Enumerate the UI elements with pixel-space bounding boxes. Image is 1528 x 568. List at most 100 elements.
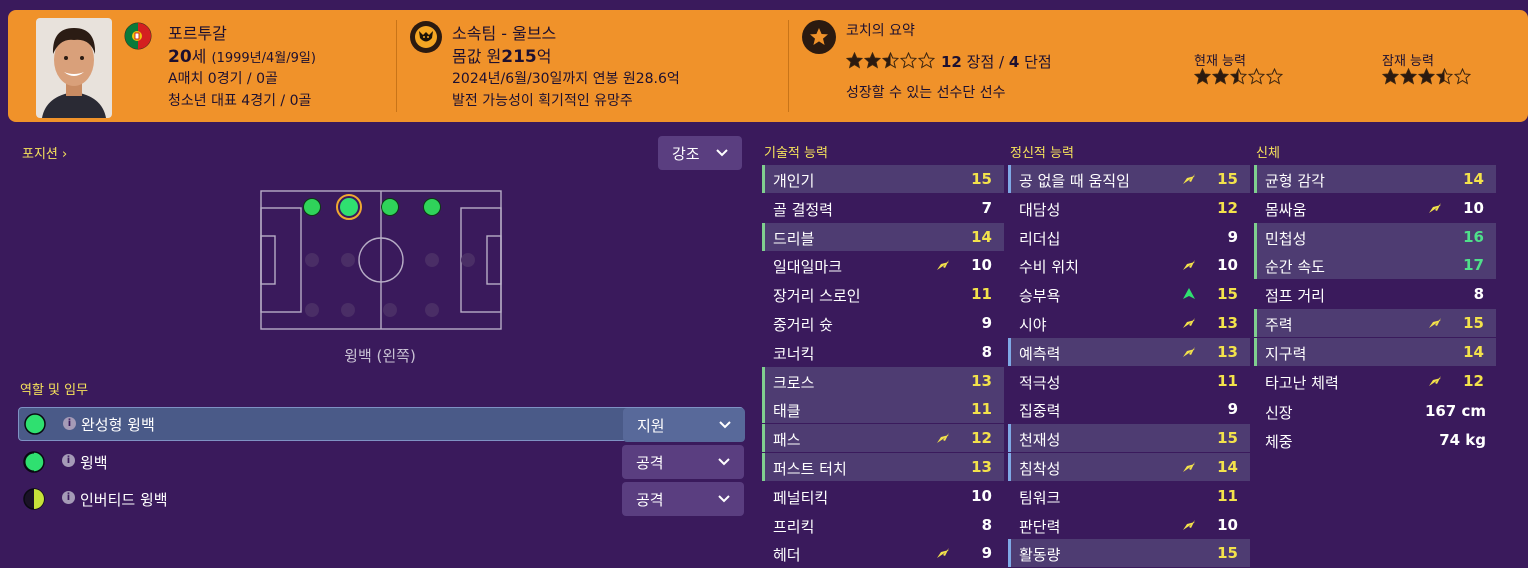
attribute-row[interactable]: 예측력 13 (1008, 337, 1250, 366)
attribute-name: 순간 속도 (1265, 258, 1325, 277)
attribute-name: 주력 (1265, 316, 1293, 334)
coach-summary-stars (846, 52, 935, 69)
role-row-inverted-wingback[interactable]: i 인버티드 윙백 공격 (18, 482, 744, 516)
attribute-name: 팀워크 (1019, 488, 1061, 507)
attribute-row[interactable]: 타고난 체력 12 (1254, 367, 1496, 395)
trend-up-icon (1183, 346, 1195, 357)
attribute-row[interactable]: 프리킥 8 (762, 511, 1004, 539)
attribute-row[interactable]: 퍼스트 터치 13 (762, 453, 1004, 481)
attribute-name: 일대일마크 (773, 258, 843, 277)
info-icon[interactable]: i (62, 454, 75, 467)
duty-dropdown[interactable]: 공격 (622, 482, 744, 516)
attribute-value: 15 (1217, 429, 1238, 448)
attribute-name: 프리킥 (773, 517, 815, 536)
attribute-row[interactable]: 장거리 스로인 11 (762, 280, 1004, 308)
attribute-row[interactable]: 골 결정력 7 (762, 194, 1004, 222)
trend-up-icon (1429, 202, 1441, 213)
strengths-weaknesses[interactable]: 12 장점 / 4 단점 (941, 51, 1052, 72)
star-icon (1248, 68, 1265, 85)
attribute-value: 7 (981, 198, 992, 217)
attribute-row[interactable]: 민첩성 16 (1254, 222, 1496, 251)
attribute-row[interactable]: 천재성 15 (1008, 424, 1250, 453)
attribute-value: 10 (971, 486, 992, 505)
attribute-row[interactable]: 몸싸움 10 (1254, 194, 1496, 222)
attribute-value: 11 (971, 400, 992, 419)
attribute-value: 11 (1217, 371, 1238, 390)
player-header: 포르투갈 20세 (1999년/4월/9일) A매치 0경기 / 0골 청소년 … (8, 10, 1528, 122)
emphasis-dropdown[interactable]: 강조 (658, 136, 742, 170)
position-pitch[interactable] (260, 190, 502, 330)
attribute-name: 타고난 체력 (1265, 373, 1339, 392)
star-icon (882, 52, 899, 69)
attribute-value: 10 (1217, 256, 1238, 275)
trend-up-icon (937, 548, 949, 559)
club-link[interactable]: 소속팀 - 울브스 (452, 20, 556, 44)
attribute-row[interactable]: 수비 위치 10 (1008, 251, 1250, 279)
attribute-name: 수비 위치 (1019, 258, 1079, 277)
attribute-name: 대담성 (1019, 200, 1061, 219)
attribute-row[interactable]: 개인기 15 (762, 165, 1004, 193)
attribute-name: 개인기 (773, 172, 815, 190)
attribute-name: 예측력 (1019, 344, 1061, 363)
attribute-row[interactable]: 주력 15 (1254, 309, 1496, 337)
trend-up-icon (1183, 318, 1195, 328)
star-icon (900, 52, 917, 69)
star-icon (1454, 68, 1471, 85)
attribute-row[interactable]: 대담성 12 (1008, 194, 1250, 222)
attribute-row[interactable]: 점프 거리 8 (1254, 280, 1496, 308)
attribute-row[interactable]: 팀워크 11 (1008, 482, 1250, 510)
attribute-name: 페널티킥 (773, 488, 829, 507)
attribute-row[interactable]: 헤더 9 (762, 539, 1004, 567)
technical-title: 기술적 능력 (764, 146, 828, 161)
info-icon[interactable]: i (62, 491, 75, 504)
role-row-wingback[interactable]: i 윙백 공격 (18, 445, 744, 479)
pitch-position-label: 윙백 (왼쪽) (344, 347, 416, 365)
role-row-complete-wingback[interactable]: i 완성형 윙백 지원 (18, 407, 745, 442)
attribute-value: 12 (971, 429, 992, 448)
star-icon (1400, 68, 1417, 85)
star-icon (1418, 68, 1435, 85)
attribute-name: 시야 (1019, 316, 1047, 334)
star-icon (1212, 68, 1229, 85)
trend-up-icon (1183, 519, 1195, 530)
attribute-value: 14 (971, 227, 992, 246)
attribute-row[interactable]: 집중력 9 (1008, 395, 1250, 423)
divider (788, 20, 789, 112)
attribute-row[interactable]: 공 없을 때 움직임 15 (1008, 165, 1250, 193)
attribute-value: 10 (971, 256, 992, 275)
attribute-row[interactable]: 시야 13 (1008, 309, 1250, 337)
attribute-row[interactable]: 판단력 10 (1008, 511, 1250, 539)
attribute-row[interactable]: 승부욕 15 (1008, 280, 1250, 308)
attribute-row[interactable]: 리더십 9 (1008, 223, 1250, 251)
nationality: 포르투갈 (168, 24, 227, 43)
attribute-row[interactable]: 적극성 11 (1008, 367, 1250, 395)
attribute-row[interactable]: 크로스 13 (762, 366, 1004, 395)
attribute-row[interactable]: 침착성 14 (1008, 453, 1250, 481)
coach-note: 성장할 수 있는 선수단 선수 (846, 85, 1006, 101)
attribute-row[interactable]: 패스 12 (762, 424, 1004, 453)
attribute-row[interactable]: 순간 속도 17 (1254, 251, 1496, 280)
attribute-value: 13 (971, 371, 992, 390)
attribute-row[interactable]: 활동량 15 (1008, 539, 1250, 568)
star-icon (1266, 68, 1283, 85)
attribute-row[interactable]: 일대일마크 10 (762, 251, 1004, 279)
attribute-row[interactable]: 드리블 14 (762, 222, 1004, 251)
info-icon[interactable]: i (63, 417, 76, 430)
attribute-row[interactable]: 균형 감각 14 (1254, 165, 1496, 193)
attribute-row[interactable]: 중거리 슛 9 (762, 309, 1004, 337)
attribute-value: 9 (981, 314, 992, 332)
attribute-row[interactable]: 코너킥 8 (762, 338, 1004, 366)
divider (396, 20, 397, 112)
role-suitability-icon (23, 451, 45, 473)
duty-dropdown[interactable]: 공격 (622, 445, 744, 479)
mental-title: 정신적 능력 (1010, 146, 1074, 161)
contract-info: 2024년/6월/30일까지 연봉 원28.6억 (452, 71, 680, 87)
portugal-flag-icon (124, 22, 152, 50)
positions-link[interactable]: 포지션 › (22, 143, 67, 162)
duty-dropdown[interactable]: 지원 (623, 408, 745, 442)
attribute-row[interactable]: 태클 11 (762, 395, 1004, 424)
attribute-row[interactable]: 지구력 14 (1254, 337, 1496, 366)
potential-text: 발전 가능성이 획기적인 유망주 (452, 93, 633, 109)
attribute-row[interactable]: 페널티킥 10 (762, 482, 1004, 510)
wolves-club-icon[interactable] (410, 21, 442, 53)
